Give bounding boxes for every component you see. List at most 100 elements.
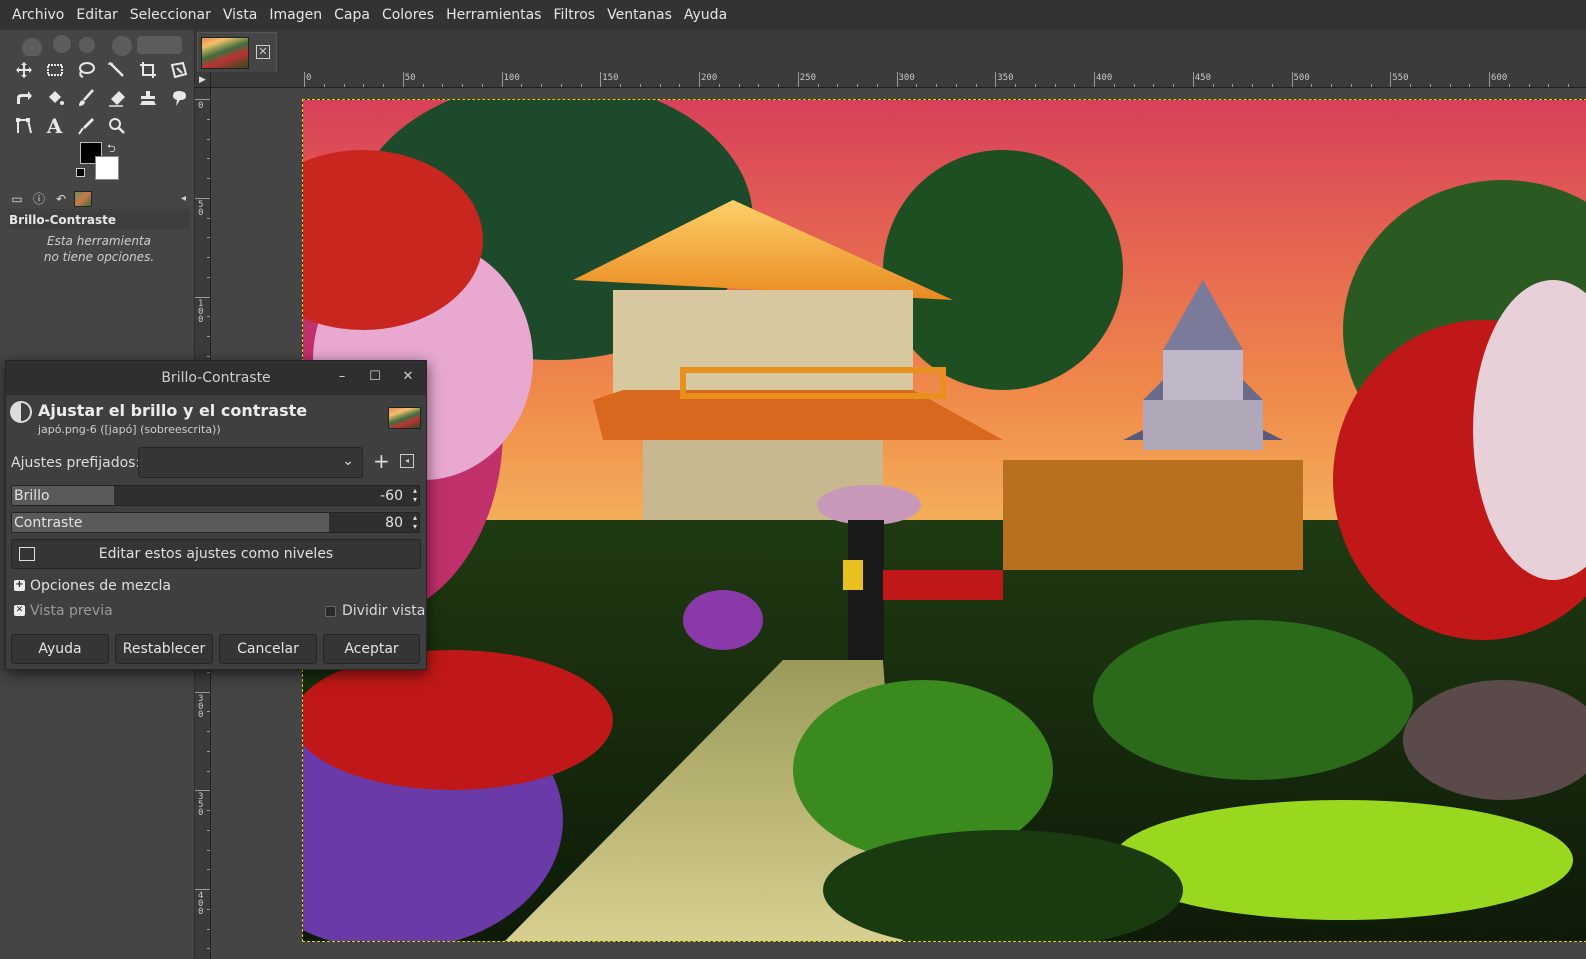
fuzzy-select-icon[interactable]	[101, 56, 132, 84]
brightness-contrast-dialog: Brillo-Contraste – ☐ ✕ Ajustar el brillo…	[5, 360, 427, 670]
ruler-label: 350	[198, 792, 204, 819]
crop-icon[interactable]	[132, 56, 163, 84]
menu-ayuda[interactable]: Ayuda	[678, 0, 733, 30]
menu-vista[interactable]: Vista	[217, 0, 264, 30]
transform-icon[interactable]	[163, 56, 194, 84]
tool-options-tab-icon[interactable]: ▭	[8, 190, 26, 208]
minimize-icon[interactable]: –	[335, 370, 349, 384]
dialog-image-thumbnail	[388, 407, 421, 429]
cancel-button[interactable]: Cancelar	[219, 634, 317, 664]
ruler-label: 300	[898, 73, 915, 83]
dock-menu-icon[interactable]: ◂	[181, 193, 186, 204]
maximize-icon[interactable]: ☐	[368, 370, 382, 384]
ruler-tick	[600, 72, 602, 87]
device-status-tab-icon[interactable]: ⓘ	[30, 190, 48, 208]
ruler-tick	[699, 72, 700, 87]
paintbrush-icon[interactable]	[70, 84, 101, 112]
menu-ventanas[interactable]: Ventanas	[601, 0, 678, 30]
contrast-slider[interactable]: Contraste 80 ▴ ▾	[11, 512, 420, 533]
chevron-down-icon: ⌄	[342, 453, 354, 469]
ruler-label: 450	[1194, 73, 1212, 83]
menu-colores[interactable]: Colores	[376, 0, 440, 30]
ruler-tick	[995, 72, 997, 87]
preview-checkbox[interactable]: ✕	[14, 605, 25, 616]
ruler-tick	[896, 72, 898, 87]
swap-colors-icon[interactable]: ⮌	[107, 140, 116, 159]
contrast-label: Contraste	[14, 515, 83, 531]
move-tool-icon[interactable]	[8, 56, 39, 84]
brightness-spin-icon[interactable]: ▴ ▾	[413, 486, 417, 504]
ruler-label: 0	[306, 73, 312, 83]
ruler-tick	[501, 72, 503, 87]
japanese-garden-image	[303, 100, 1586, 941]
brightness-slider[interactable]: Brillo -60 ▴ ▾	[11, 485, 420, 506]
warp-icon[interactable]	[8, 84, 39, 112]
split-view-label[interactable]: Dividir vista	[342, 603, 425, 619]
ruler-tick	[304, 72, 305, 87]
ruler-tick	[797, 72, 799, 87]
rect-select-icon[interactable]	[39, 56, 70, 84]
background-color-swatch[interactable]	[95, 156, 119, 180]
edit-as-levels-button[interactable]: Editar estos ajustes como niveles	[11, 539, 421, 569]
reset-button[interactable]: Restablecer	[115, 634, 213, 664]
image-tab-thumbnail[interactable]	[201, 37, 249, 69]
ruler-label: 550	[1392, 73, 1409, 83]
text-icon[interactable]: A	[39, 112, 70, 140]
menu-capa[interactable]: Capa	[328, 0, 376, 30]
brightness-value[interactable]: -60	[380, 488, 403, 504]
preview-label[interactable]: Vista previa	[30, 603, 113, 619]
tool-options-title: Brillo-Contraste	[9, 211, 190, 229]
dock-tabs: ▭ ⓘ ↶ ◂	[6, 188, 190, 210]
split-view-checkbox[interactable]	[325, 606, 336, 617]
menu-herramientas[interactable]: Herramientas	[440, 0, 547, 30]
lasso-icon[interactable]	[70, 56, 101, 84]
horizontal-ruler[interactable]: 0 50 100 150 200 250 300 350 400 450 500 550 600	[211, 72, 1586, 88]
image-canvas[interactable]	[302, 99, 1586, 942]
color-picker-icon[interactable]	[70, 112, 101, 140]
undo-history-tab-icon[interactable]: ↶	[52, 190, 70, 208]
close-tab-icon[interactable]: ✕	[256, 45, 270, 59]
menu-archivo[interactable]: Archivo	[6, 0, 70, 30]
menu-filtros[interactable]: Filtros	[547, 0, 601, 30]
ruler-label: 100	[503, 73, 520, 83]
image-tab[interactable]: ✕	[197, 32, 277, 72]
ruler-label: 50	[404, 73, 416, 83]
ruler-label: 300	[198, 693, 204, 720]
bucket-fill-icon[interactable]	[39, 84, 70, 112]
images-tab-icon[interactable]	[74, 190, 92, 208]
tool-options-message-line1: Esta herramienta	[47, 234, 151, 248]
menu-imagen[interactable]: Imagen	[263, 0, 328, 30]
contrast-value[interactable]: 80	[385, 515, 403, 531]
eraser-icon[interactable]	[101, 84, 132, 112]
contrast-spin-icon[interactable]: ▴ ▾	[413, 513, 417, 531]
ruler-label: 500	[1293, 73, 1310, 83]
menu-editar[interactable]: Editar	[70, 0, 123, 30]
presets-label: Ajustes prefijados:	[11, 455, 141, 471]
brightness-label: Brillo	[14, 488, 50, 504]
ruler-corner-icon[interactable]: ▶	[195, 72, 211, 88]
ruler-tick	[195, 99, 210, 100]
ruler-label: 150	[602, 73, 619, 83]
menu-seleccionar[interactable]: Seleccionar	[124, 0, 217, 30]
ruler-tick	[1192, 72, 1194, 87]
dialog-header-title: Ajustar el brillo y el contraste	[38, 401, 308, 420]
ruler-tick	[1291, 72, 1293, 87]
clone-icon[interactable]	[132, 84, 163, 112]
tool-options-message-line2: no tiene opciones.	[43, 250, 155, 264]
help-button[interactable]: Ayuda	[11, 634, 109, 664]
ruler-tick	[195, 197, 210, 199]
close-icon[interactable]: ✕	[401, 370, 415, 384]
reset-colors-icon[interactable]	[76, 168, 85, 177]
ok-button[interactable]: Aceptar	[323, 634, 420, 664]
paths-icon[interactable]	[8, 112, 39, 140]
zoom-icon[interactable]	[101, 112, 132, 140]
presets-combo[interactable]: ⌄	[138, 447, 363, 478]
ruler-label: 350	[997, 73, 1014, 83]
ruler-tick	[195, 296, 210, 298]
add-preset-icon[interactable]: +	[373, 451, 390, 471]
wilber-logo-icon	[22, 35, 182, 56]
dialog-titlebar[interactable]: Brillo-Contraste – ☐ ✕	[6, 361, 426, 395]
presets-menu-icon[interactable]: ◂	[400, 454, 414, 468]
ruler-label: 50	[198, 199, 204, 218]
smudge-icon[interactable]	[163, 84, 194, 112]
